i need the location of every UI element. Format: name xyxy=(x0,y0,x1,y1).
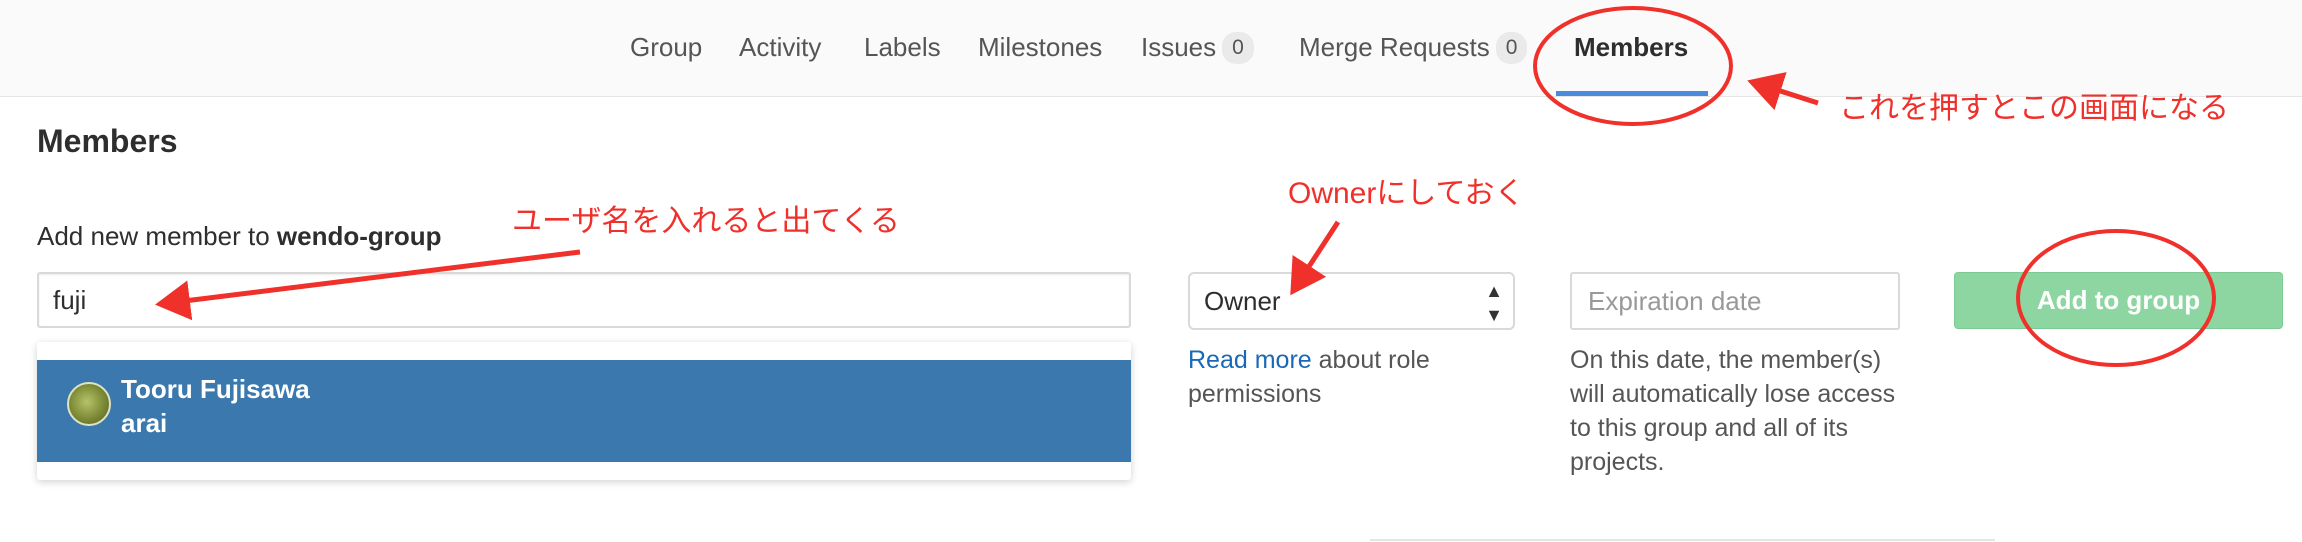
user-arrow xyxy=(155,249,581,321)
members-arrow xyxy=(1747,72,1819,111)
annotation-overlay xyxy=(155,6,2216,367)
owner-arrow xyxy=(1290,220,1341,296)
members-highlight-circle xyxy=(1533,6,1733,126)
add-button-highlight-circle xyxy=(2016,229,2216,367)
